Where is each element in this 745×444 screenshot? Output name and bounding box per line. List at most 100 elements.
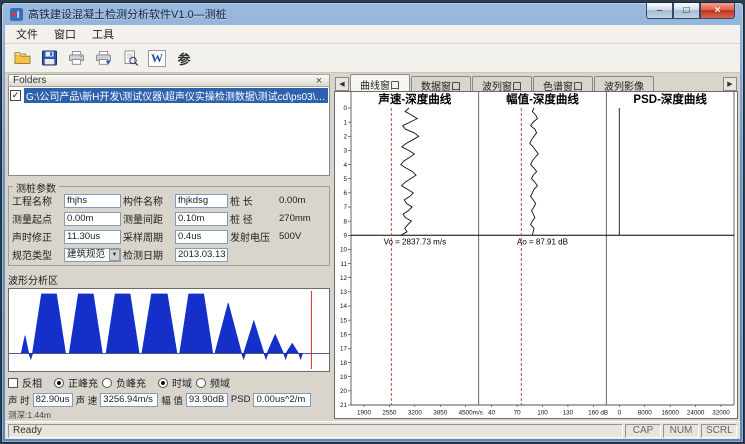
param-field-2[interactable]: fhjkdsg bbox=[175, 194, 228, 208]
tab-5[interactable]: 波列影像 bbox=[594, 76, 654, 91]
menu-window[interactable]: 窗口 bbox=[47, 25, 83, 43]
params-glyph-icon: 参 bbox=[177, 49, 190, 68]
app-window: 高铁建设混凝土检测分析软件V1.0—测桩 – □ × 文件 窗口 工具 W参 F… bbox=[1, 2, 744, 443]
param-label-9: 发射电压 bbox=[230, 229, 277, 244]
reading-value-4[interactable]: 0.00us^2/m bbox=[253, 393, 311, 407]
tab-1[interactable]: 曲线窗口 bbox=[350, 74, 410, 91]
svg-text:7: 7 bbox=[343, 204, 347, 211]
tab-4[interactable]: 色谱窗口 bbox=[533, 76, 593, 91]
pile-params-group: 测桩参数 工程名称fhjhs构件名称fhjkdsg桩 长0.00m测量起点0.0… bbox=[8, 186, 330, 266]
param-label-3: 桩 长 bbox=[230, 193, 277, 208]
svg-text:2550: 2550 bbox=[382, 410, 397, 417]
reading-label-4: PSD bbox=[231, 394, 251, 405]
close-button[interactable]: × bbox=[700, 3, 735, 19]
param-value-6: 270mm bbox=[279, 213, 326, 224]
domain-radio-label-1: 时域 bbox=[172, 375, 192, 390]
waveform-box[interactable] bbox=[8, 288, 330, 372]
param-label-2: 构件名称 bbox=[123, 193, 173, 208]
svg-text:6: 6 bbox=[343, 190, 347, 197]
toolbar-open-button[interactable] bbox=[10, 47, 34, 70]
svg-text:9: 9 bbox=[343, 232, 347, 239]
word-export-glyph-icon: W bbox=[148, 50, 166, 67]
window-body: 文件 窗口 工具 W参 Folders × ✓G:\公司产品\新H开发\测试仪器… bbox=[5, 25, 740, 439]
tab-scroll-left-icon[interactable]: ◀ bbox=[335, 77, 349, 91]
param-label-6: 桩 径 bbox=[230, 211, 277, 226]
menu-file[interactable]: 文件 bbox=[9, 25, 45, 43]
status-indicator-cap: CAP bbox=[625, 424, 661, 438]
svg-text:160: 160 bbox=[588, 410, 599, 417]
chart-area[interactable]: 0123456789101112131415161718192021声速-深度曲… bbox=[334, 91, 738, 419]
svg-text:Vo = 2837.73 m/s: Vo = 2837.73 m/s bbox=[384, 237, 447, 246]
domain-radio-label-2: 频域 bbox=[210, 375, 230, 390]
param-field-11[interactable]: 2013.03.13 bbox=[175, 248, 228, 262]
svg-text:dB: dB bbox=[600, 410, 608, 417]
reading-value-3[interactable]: 93.90dB bbox=[186, 393, 228, 407]
svg-text:3850: 3850 bbox=[433, 410, 448, 417]
statusbar: Ready CAPNUMSCRL bbox=[5, 421, 740, 439]
invert-checkbox[interactable] bbox=[8, 378, 18, 388]
menu-tools[interactable]: 工具 bbox=[85, 25, 121, 43]
toolbar-save-button[interactable] bbox=[37, 47, 61, 70]
titlebar[interactable]: 高铁建设混凝土检测分析软件V1.0—测桩 – □ × bbox=[2, 3, 743, 25]
param-field-5[interactable]: 0.10m bbox=[175, 212, 228, 226]
toolbar-print-preview-button[interactable] bbox=[118, 47, 142, 70]
left-panel: Folders × ✓G:\公司产品\新H开发\测试仪器\超声仪实操检测数据\测… bbox=[5, 73, 333, 421]
svg-text:3200: 3200 bbox=[408, 410, 423, 417]
tab-2[interactable]: 数据窗口 bbox=[411, 76, 471, 91]
peak-radio-1[interactable] bbox=[54, 378, 64, 388]
peak-radio-2[interactable] bbox=[102, 378, 112, 388]
reading-label-1: 声 时 bbox=[8, 393, 30, 407]
tree-item[interactable]: ✓G:\公司产品\新H开发\测试仪器\超声仪实操检测数据\测试cd\ps03\p… bbox=[10, 88, 328, 103]
param-field-7[interactable]: 11.30us bbox=[64, 230, 121, 244]
reading-value-1[interactable]: 82.90us bbox=[33, 393, 73, 407]
maximize-button[interactable]: □ bbox=[673, 3, 700, 19]
svg-text:0: 0 bbox=[618, 410, 622, 417]
readings-row: 声 时82.90us声 速3256.94m/s幅 值93.90dBPSD0.00… bbox=[8, 392, 330, 407]
checkbox-icon[interactable]: ✓ bbox=[10, 90, 21, 101]
minimize-button[interactable]: – bbox=[646, 3, 673, 19]
param-label-11: 检测日期 bbox=[123, 247, 173, 262]
svg-text:8: 8 bbox=[343, 218, 347, 225]
floppy-icon bbox=[41, 50, 58, 66]
svg-text:0: 0 bbox=[343, 105, 347, 112]
param-value-9: 500V bbox=[279, 231, 326, 242]
svg-text:15: 15 bbox=[340, 317, 348, 324]
folders-title: Folders bbox=[13, 75, 46, 86]
folders-close-icon[interactable]: × bbox=[313, 76, 325, 86]
printer-arrow-icon bbox=[95, 50, 112, 66]
reading-value-2[interactable]: 3256.94m/s bbox=[100, 393, 158, 407]
toolbar-print-button[interactable] bbox=[64, 47, 88, 70]
param-field-8[interactable]: 0.4us bbox=[175, 230, 228, 244]
param-field-1[interactable]: fhjhs bbox=[64, 194, 121, 208]
tree-item-label: G:\公司产品\新H开发\测试仪器\超声仪实操检测数据\测试cd\ps03\ps… bbox=[24, 88, 328, 103]
svg-text:4500: 4500 bbox=[459, 410, 474, 417]
svg-text:声速-深度曲线: 声速-深度曲线 bbox=[377, 92, 451, 106]
right-panel: ◀曲线窗口数据窗口波列窗口色谱窗口波列影像▶ 01234567891011121… bbox=[333, 73, 740, 421]
param-combo-10[interactable]: 建筑规范▼ bbox=[64, 248, 121, 262]
svg-text:1: 1 bbox=[343, 119, 347, 126]
toolbar-word-export-button[interactable]: W bbox=[145, 47, 169, 70]
domain-radio-1[interactable] bbox=[158, 378, 168, 388]
folders-tree[interactable]: ✓G:\公司产品\新H开发\测试仪器\超声仪实操检测数据\测试cd\ps03\p… bbox=[8, 87, 330, 176]
svg-text:3: 3 bbox=[343, 148, 347, 155]
svg-text:130: 130 bbox=[563, 410, 574, 417]
footnote: 测深:1.44m bbox=[8, 409, 330, 421]
svg-text:19: 19 bbox=[340, 374, 348, 381]
toolbar-print-export-button[interactable] bbox=[91, 47, 115, 70]
svg-text:10: 10 bbox=[340, 247, 348, 254]
param-field-4[interactable]: 0.00m bbox=[64, 212, 121, 226]
tab-3[interactable]: 波列窗口 bbox=[472, 76, 532, 91]
main-area: Folders × ✓G:\公司产品\新H开发\测试仪器\超声仪实操检测数据\测… bbox=[5, 73, 740, 421]
reading-label-3: 幅 值 bbox=[161, 393, 183, 407]
svg-text:14: 14 bbox=[340, 303, 348, 310]
page-preview-icon bbox=[122, 50, 139, 66]
svg-text:2: 2 bbox=[343, 133, 347, 140]
svg-text:PSD-深度曲线: PSD-深度曲线 bbox=[633, 92, 707, 106]
folder-open-icon bbox=[14, 50, 31, 66]
svg-text:100: 100 bbox=[537, 410, 548, 417]
waveform-controls: 反相正峰充负峰充时域频域 bbox=[8, 375, 330, 390]
toolbar-params-button[interactable]: 参 bbox=[172, 47, 196, 70]
tab-scroll-right-icon[interactable]: ▶ bbox=[723, 77, 737, 91]
svg-text:24000: 24000 bbox=[687, 410, 705, 417]
domain-radio-2[interactable] bbox=[196, 378, 206, 388]
